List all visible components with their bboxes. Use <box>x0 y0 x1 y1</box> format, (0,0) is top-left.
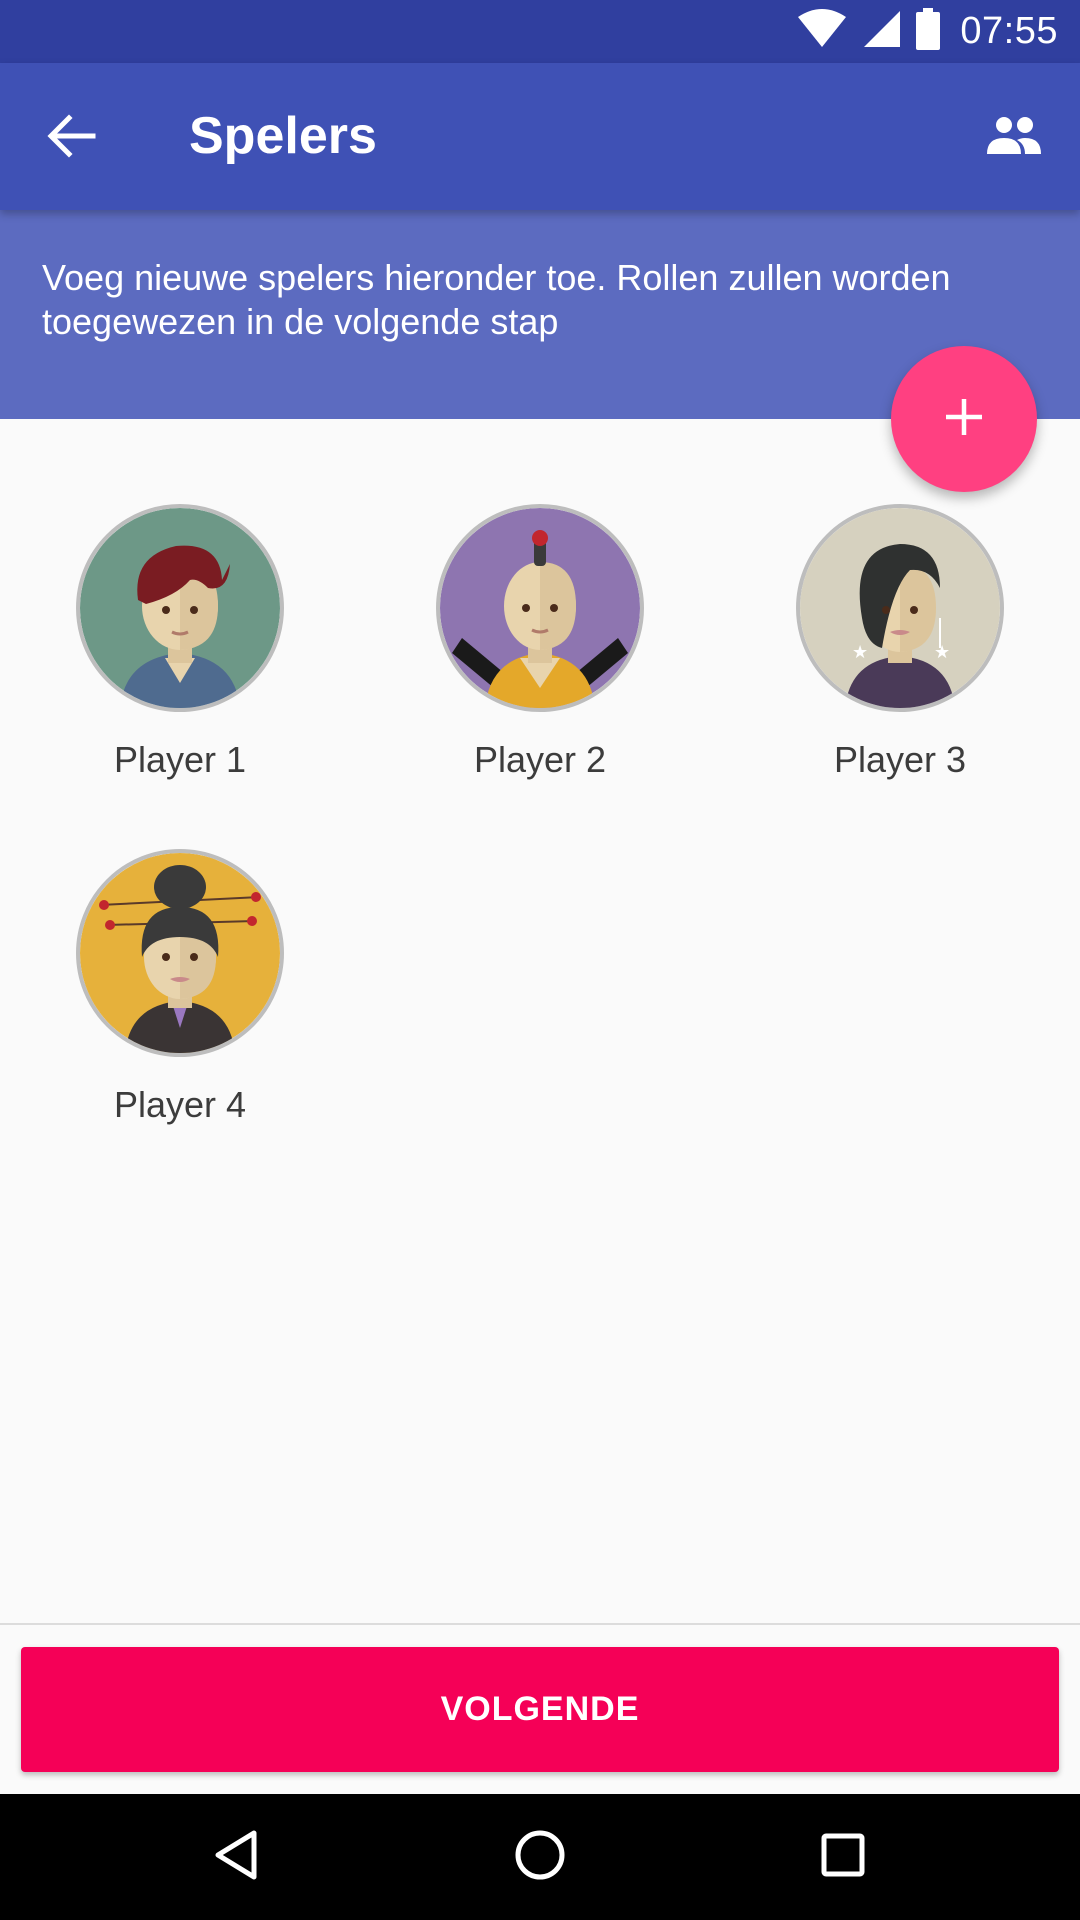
player-item[interactable]: ★ ★ Player 3 <box>750 504 1050 804</box>
next-button[interactable]: VOLGENDE <box>21 1647 1059 1772</box>
navigation-bar <box>0 1794 1080 1920</box>
nav-recents-button[interactable] <box>803 1817 883 1897</box>
player-name: Player 2 <box>473 739 607 780</box>
status-bar: 07:55 <box>0 0 1080 63</box>
player-item[interactable]: Player 4 <box>30 849 330 1149</box>
arrow-back-icon <box>47 113 97 163</box>
player-name: Player 1 <box>113 739 247 780</box>
avatar <box>76 849 284 1057</box>
back-button[interactable] <box>30 96 114 180</box>
svg-text:★: ★ <box>934 642 950 663</box>
battery-icon <box>916 8 941 55</box>
avatar <box>436 504 644 712</box>
people-icon <box>985 116 1043 161</box>
wifi-icon <box>796 9 848 54</box>
recents-square-icon <box>820 1832 866 1883</box>
nav-back-button[interactable] <box>196 1817 276 1897</box>
info-text: Voeg nieuwe spelers hieronder toe. Rolle… <box>42 257 951 342</box>
svg-text:★: ★ <box>852 642 868 663</box>
player-name: Player 3 <box>833 739 967 780</box>
screen: 07:55 Spelers Voeg nieuwe spelers hieron… <box>0 0 1080 1920</box>
avatar: ★ ★ <box>796 504 1004 712</box>
app-bar: Spelers <box>0 63 1080 210</box>
home-circle-icon <box>514 1829 566 1886</box>
signal-icon <box>862 9 902 54</box>
page-title: Spelers <box>189 107 377 165</box>
add-icon <box>944 397 984 442</box>
avatar <box>76 504 284 712</box>
status-icons: 07:55 <box>796 0 1058 63</box>
status-time: 07:55 <box>960 10 1058 52</box>
players-button[interactable] <box>972 96 1056 180</box>
divider <box>0 1623 1080 1625</box>
player-item[interactable]: Player 2 <box>390 504 690 804</box>
player-name: Player 4 <box>113 1084 247 1125</box>
back-triangle-icon <box>212 1829 260 1886</box>
add-player-button[interactable] <box>891 346 1037 492</box>
player-item[interactable]: Player 1 <box>30 504 330 804</box>
nav-home-button[interactable] <box>500 1817 580 1897</box>
